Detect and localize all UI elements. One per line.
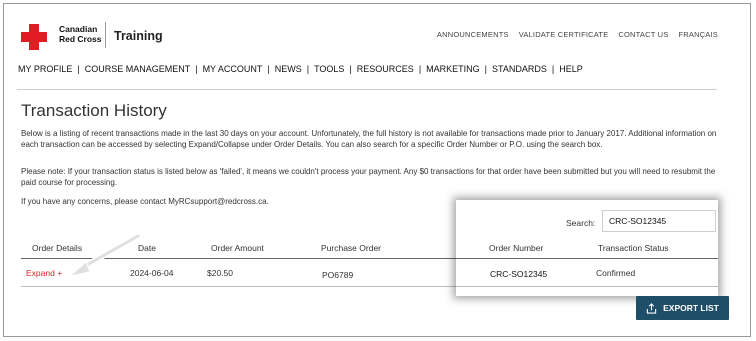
brand-name: Canadian Red Cross (59, 24, 102, 44)
export-icon (646, 302, 657, 314)
topnav-validate-certificate[interactable]: VALIDATE CERTIFICATE (519, 30, 609, 39)
search-label: Search: (566, 218, 596, 228)
export-list-button[interactable]: EXPORT LIST (636, 296, 729, 320)
cell-date: 2024-06-04 (130, 268, 174, 278)
page-title: Transaction History (21, 101, 167, 120)
callout-row-divider (456, 286, 718, 287)
search-input[interactable] (602, 210, 716, 232)
nav-help[interactable]: HELP (558, 64, 584, 74)
nav-separator: | (551, 64, 555, 74)
cell-amount: $20.50 (207, 268, 233, 278)
col-header-date[interactable]: Date (138, 243, 156, 253)
intro-paragraph: Below is a listing of recent transaction… (21, 129, 717, 149)
nav-separator: | (349, 64, 352, 74)
zoom-callout: Search: Order Number Transaction Status … (456, 200, 718, 296)
brand-line-1: Canadian (59, 24, 98, 34)
col-header-purchase-order[interactable]: Purchase Order (321, 243, 381, 253)
col-header-order-amount[interactable]: Order Amount (211, 243, 264, 253)
nav-tools[interactable]: TOOLS (313, 64, 345, 74)
nav-news[interactable]: NEWS (274, 64, 303, 74)
cell-order-number: CRC-SO12345 (490, 269, 548, 279)
expand-link[interactable]: Expand + (26, 268, 62, 278)
nav-separator: | (195, 64, 198, 74)
brand-line-2: Red Cross (59, 34, 102, 44)
product-name: Training (114, 29, 163, 43)
nav-my-profile[interactable]: MY PROFILE (17, 64, 73, 74)
topnav-contact-us[interactable]: CONTACT US (618, 30, 668, 39)
nav-marketing[interactable]: MARKETING (425, 64, 481, 74)
nav-resources[interactable]: RESOURCES (356, 64, 415, 74)
brand-divider (105, 22, 106, 48)
nav-divider (17, 89, 717, 90)
note-paragraph: Please note: If your transaction status … (21, 167, 716, 187)
cell-purchase-order: PO6789 (322, 270, 354, 280)
col-header-transaction-status[interactable]: Transaction Status (598, 243, 669, 253)
callout-header-divider (456, 258, 718, 259)
nav-separator: | (484, 64, 488, 74)
nav-my-account[interactable]: MY ACCOUNT (202, 64, 264, 74)
nav-standards[interactable]: STANDARDS (491, 64, 548, 74)
nav-separator: | (418, 64, 422, 74)
nav-separator: | (306, 64, 310, 74)
nav-separator: | (267, 64, 270, 74)
cell-transaction-status: Confirmed (596, 268, 636, 278)
page-frame: Canadian Red Cross Training ANNOUNCEMENT… (3, 3, 751, 337)
col-header-order-details[interactable]: Order Details (32, 243, 82, 253)
export-list-label: EXPORT LIST (663, 303, 719, 313)
red-cross-logo-icon[interactable] (21, 24, 47, 50)
nav-separator: | (77, 64, 80, 74)
site-header: Canadian Red Cross Training ANNOUNCEMENT… (4, 4, 750, 62)
nav-course-management[interactable]: COURSE MANAGEMENT (84, 64, 192, 74)
col-header-order-number[interactable]: Order Number (489, 243, 543, 253)
topnav-announcements[interactable]: ANNOUNCEMENTS (437, 30, 509, 39)
topnav-francais[interactable]: FRANÇAIS (678, 30, 718, 39)
main-nav: MY PROFILE | COURSE MANAGEMENT | MY ACCOUN… (17, 64, 584, 74)
top-nav: ANNOUNCEMENTS VALIDATE CERTIFICATE CONTA… (437, 30, 718, 39)
